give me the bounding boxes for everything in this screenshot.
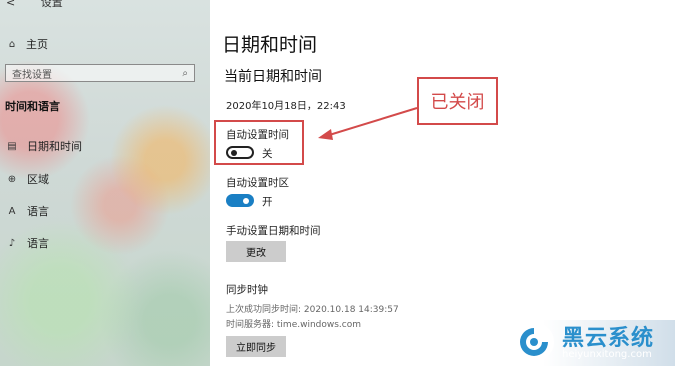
watermark-url: heiyunxitong.com xyxy=(562,349,652,360)
annotation-callout: 已关闭 xyxy=(417,77,498,125)
annotation-arrow xyxy=(318,107,418,140)
watermark-brand: 黑云系统 xyxy=(562,326,655,351)
watermark: 黑云系统 heiyunxitong.com xyxy=(510,320,675,366)
brand-logo-icon xyxy=(514,322,554,362)
